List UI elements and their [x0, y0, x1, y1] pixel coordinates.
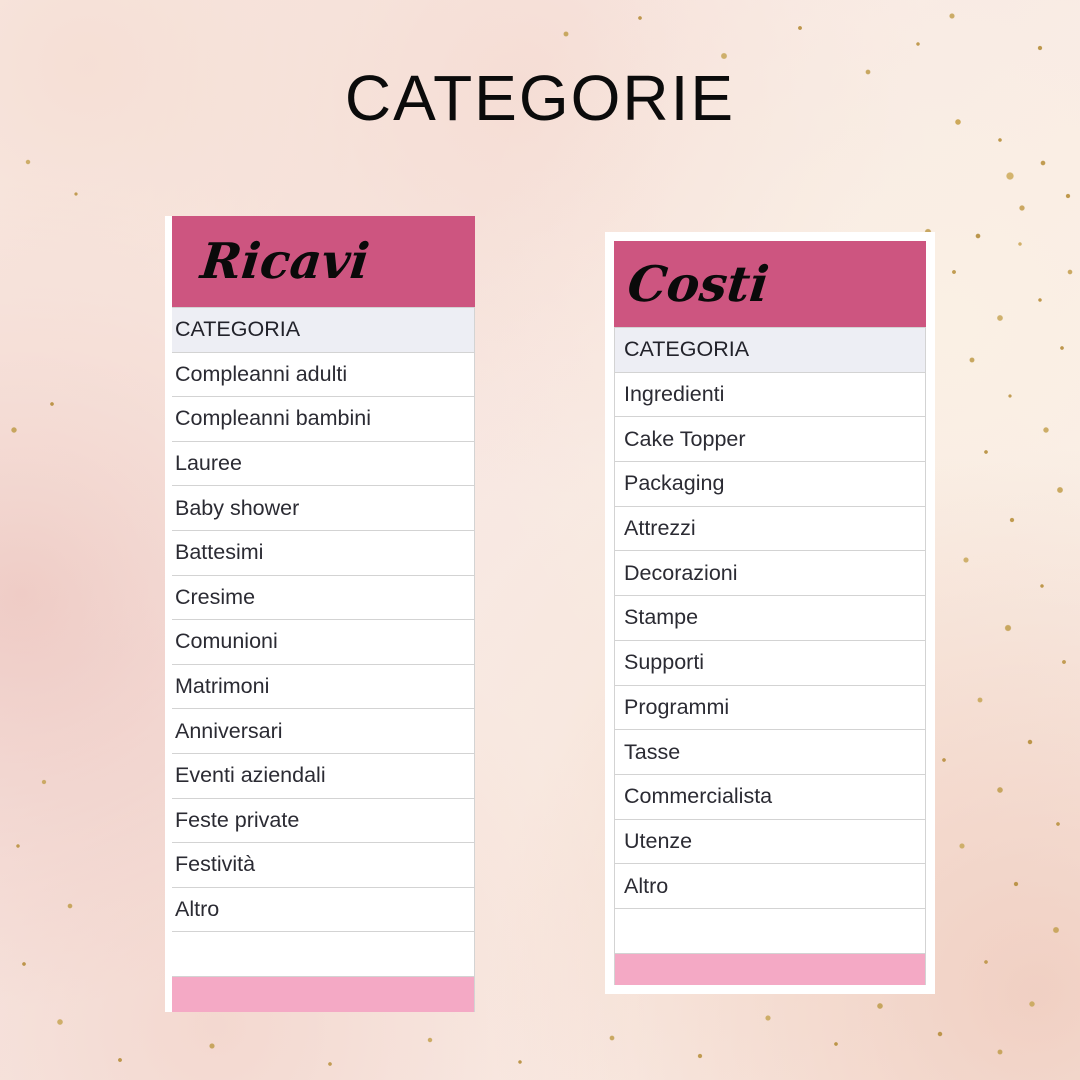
ricavi-banner-label: Ricavi: [198, 232, 373, 290]
table-row[interactable]: Supporti: [614, 639, 926, 686]
ricavi-cell-10[interactable]: Feste private: [172, 797, 475, 844]
costi-cell-9[interactable]: Commercialista: [614, 773, 926, 820]
table-row[interactable]: Attrezzi: [614, 505, 926, 552]
costi-cell-10[interactable]: Utenze: [614, 818, 926, 865]
costi-sheet: Costi CATEGORIA Ingredienti Cake Topper …: [614, 241, 926, 985]
ricavi-cell-0[interactable]: Compleanni adulti: [172, 351, 475, 398]
table-header-row: CATEGORIA: [172, 307, 475, 353]
costi-cell-4[interactable]: Decorazioni: [614, 550, 926, 597]
table-row[interactable]: [614, 907, 926, 954]
costi-blank-row[interactable]: [614, 907, 926, 954]
table-row[interactable]: Tasse: [614, 729, 926, 775]
costi-cell-1[interactable]: Cake Topper: [614, 416, 926, 463]
costi-cell-2[interactable]: Packaging: [614, 461, 926, 507]
table-row[interactable]: Ingredienti: [614, 371, 926, 418]
ricavi-blank-row[interactable]: [172, 931, 475, 977]
table-row[interactable]: Feste private: [172, 797, 475, 844]
ricavi-cell-5[interactable]: Cresime: [172, 574, 475, 621]
table-row[interactable]: Altro: [614, 863, 926, 909]
table-row[interactable]: Lauree: [172, 440, 475, 487]
costi-cell-0[interactable]: Ingredienti: [614, 371, 926, 418]
table-row[interactable]: Compleanni bambini: [172, 396, 475, 442]
ricavi-column-header[interactable]: CATEGORIA: [172, 307, 475, 353]
costi-grid-body: CATEGORIA Ingredienti Cake Topper Packag…: [614, 327, 926, 985]
ricavi-cell-3[interactable]: Baby shower: [172, 485, 475, 531]
table-row[interactable]: Battesimi: [172, 529, 475, 576]
costi-column-header[interactable]: CATEGORIA: [614, 327, 926, 373]
table-row[interactable]: Packaging: [614, 461, 926, 507]
table-row[interactable]: Matrimoni: [172, 663, 475, 710]
ricavi-cell-4[interactable]: Battesimi: [172, 529, 475, 576]
ricavi-footer-row[interactable]: [172, 975, 475, 1012]
ricavi-grid-body: CATEGORIA Compleanni adulti Compleanni b…: [172, 307, 475, 1012]
costi-cell-7[interactable]: Programmi: [614, 684, 926, 731]
table-row[interactable]: Stampe: [614, 595, 926, 641]
table-row[interactable]: Commercialista: [614, 773, 926, 820]
costi-cell-5[interactable]: Stampe: [614, 595, 926, 641]
table-row[interactable]: Programmi: [614, 684, 926, 731]
costi-grid: CATEGORIA Ingredienti Cake Topper Packag…: [614, 327, 926, 985]
costi-cell-6[interactable]: Supporti: [614, 639, 926, 686]
costi-banner: Costi: [614, 241, 926, 327]
ricavi-cell-9[interactable]: Eventi aziendali: [172, 752, 475, 799]
table-row[interactable]: Eventi aziendali: [172, 752, 475, 799]
ricavi-cell-6[interactable]: Comunioni: [172, 619, 475, 665]
costi-footer-row[interactable]: [614, 952, 926, 985]
table-row[interactable]: [172, 931, 475, 977]
costi-cell-8[interactable]: Tasse: [614, 729, 926, 775]
table-row[interactable]: Utenze: [614, 818, 926, 865]
table-footer-row[interactable]: [172, 975, 475, 1012]
ricavi-cell-2[interactable]: Lauree: [172, 440, 475, 487]
table-row[interactable]: Cake Topper: [614, 416, 926, 463]
table-row[interactable]: Altro: [172, 886, 475, 933]
costi-cell-3[interactable]: Attrezzi: [614, 505, 926, 552]
table-row[interactable]: Anniversari: [172, 708, 475, 754]
page-title: CATEGORIE: [344, 62, 736, 134]
table-row[interactable]: Compleanni adulti: [172, 351, 475, 398]
ricavi-cell-1[interactable]: Compleanni bambini: [172, 396, 475, 442]
costi-cell-11[interactable]: Altro: [614, 863, 926, 909]
costi-banner-label: Costi: [625, 254, 772, 313]
table-header-row: CATEGORIA: [614, 327, 926, 373]
table-row[interactable]: Cresime: [172, 574, 475, 621]
ricavi-sheet: Ricavi CATEGORIA Compleanni adulti Compl…: [172, 216, 475, 1012]
ricavi-table-card: Ricavi CATEGORIA Compleanni adulti Compl…: [165, 216, 475, 1012]
table-row[interactable]: Decorazioni: [614, 550, 926, 597]
ricavi-banner: Ricavi: [172, 216, 475, 307]
table-row[interactable]: Baby shower: [172, 485, 475, 531]
ricavi-cell-12[interactable]: Altro: [172, 886, 475, 933]
ricavi-cell-8[interactable]: Anniversari: [172, 708, 475, 754]
table-footer-row[interactable]: [614, 952, 926, 985]
ricavi-grid: CATEGORIA Compleanni adulti Compleanni b…: [172, 307, 475, 1012]
table-row[interactable]: Festività: [172, 842, 475, 888]
ricavi-cell-7[interactable]: Matrimoni: [172, 663, 475, 710]
ricavi-cell-11[interactable]: Festività: [172, 842, 475, 888]
table-row[interactable]: Comunioni: [172, 619, 475, 665]
costi-table-card: Costi CATEGORIA Ingredienti Cake Topper …: [605, 232, 935, 994]
